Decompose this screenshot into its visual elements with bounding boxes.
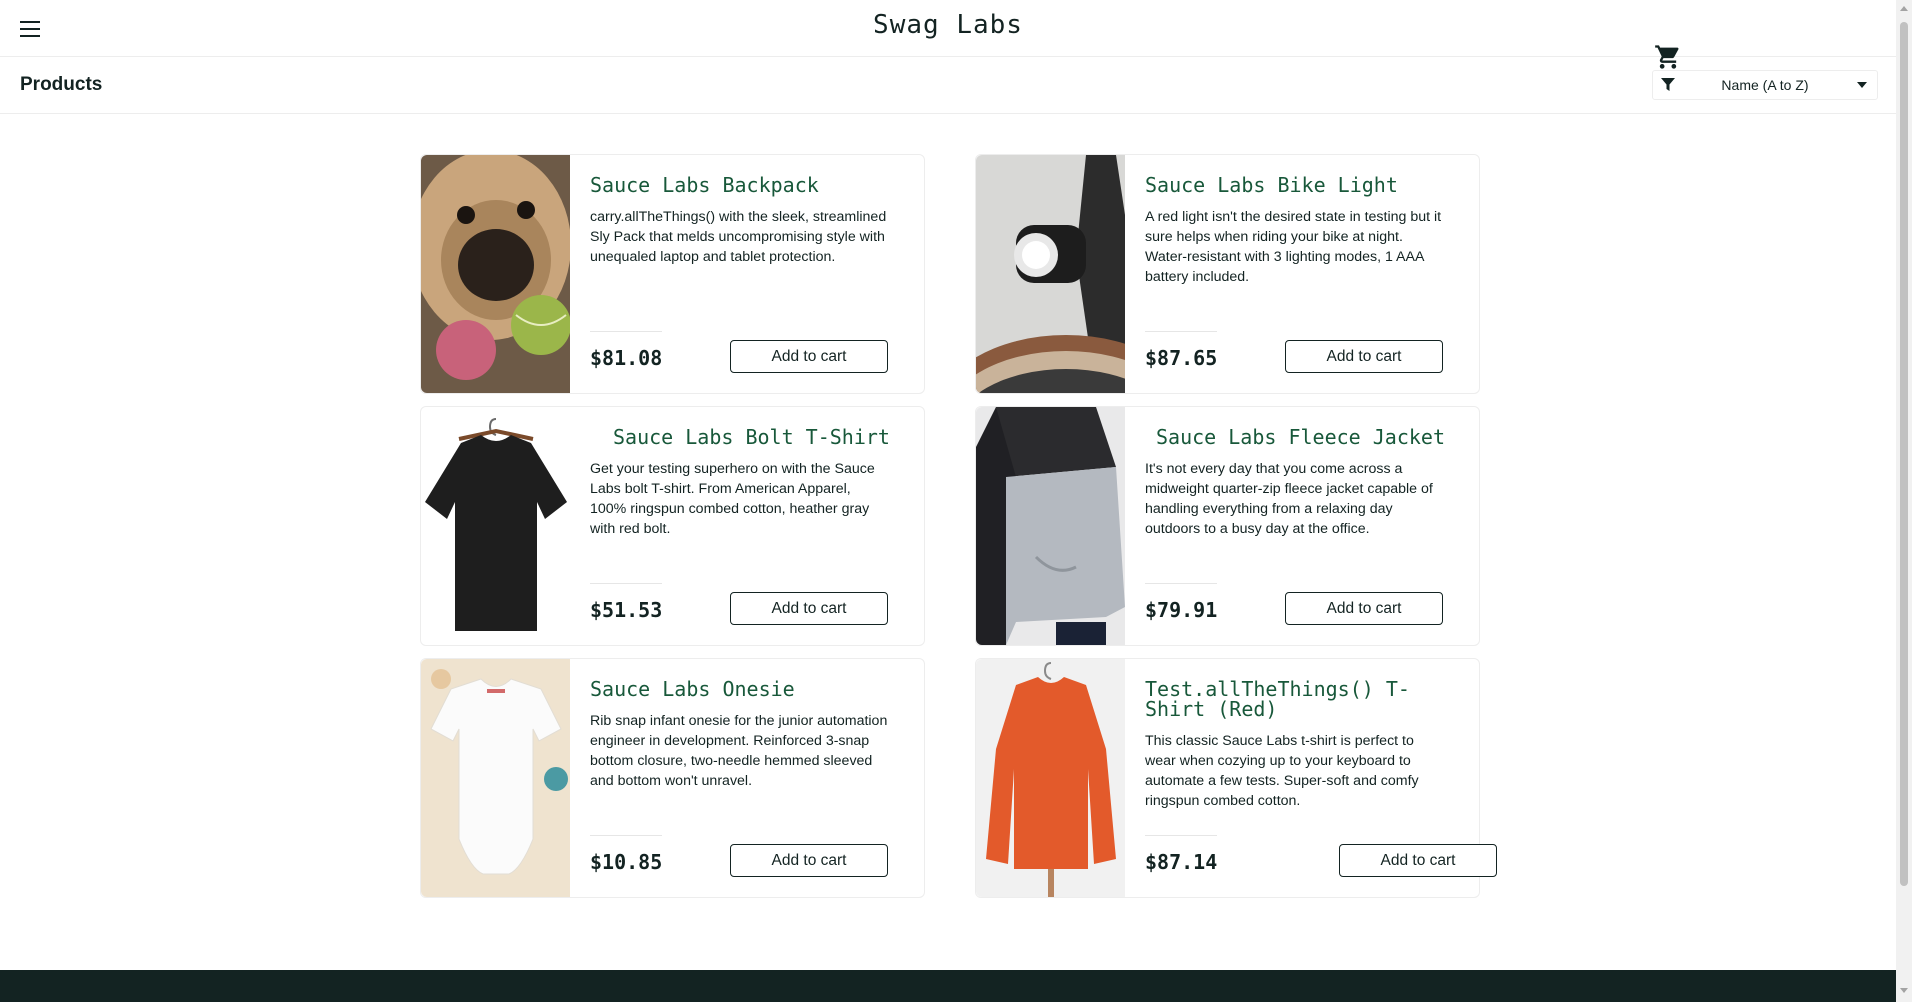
divider bbox=[1145, 583, 1217, 584]
inventory-item: Sauce Labs Onesie Rib snap infant onesie… bbox=[420, 658, 925, 898]
add-to-cart-button[interactable]: Add to cart bbox=[730, 592, 888, 625]
product-name[interactable]: Test.allTheThings() T-Shirt (Red) bbox=[1145, 679, 1435, 719]
divider bbox=[1145, 331, 1217, 332]
product-image-fleece-jacket[interactable] bbox=[976, 407, 1125, 645]
page-title: Products bbox=[20, 74, 103, 95]
product-image-red-tshirt[interactable] bbox=[976, 659, 1125, 897]
add-to-cart-button[interactable]: Add to cart bbox=[1285, 340, 1443, 373]
product-description: A red light isn't the desired state in t… bbox=[1145, 209, 1442, 285]
product-description: It's not every day that you come across … bbox=[1145, 461, 1433, 537]
product-name[interactable]: Sauce Labs Bike Light bbox=[1145, 175, 1465, 195]
inventory-item: Sauce Labs Bike Light A red light isn't … bbox=[975, 154, 1480, 394]
sort-select[interactable]: Name (A to Z) bbox=[1652, 70, 1878, 100]
inventory-item: Sauce Labs Bolt T-Shirt Get your testing… bbox=[420, 406, 925, 646]
product-price: $87.65 bbox=[1145, 346, 1218, 370]
scroll-up-arrow-icon[interactable] bbox=[1900, 6, 1908, 11]
scroll-down-arrow-icon[interactable] bbox=[1900, 988, 1908, 993]
product-image-backpack[interactable] bbox=[421, 155, 570, 393]
product-price: $51.53 bbox=[590, 598, 663, 622]
inventory-item: Sauce Labs Backpack carry.allTheThings()… bbox=[420, 154, 925, 394]
product-name[interactable]: Sauce Labs Onesie bbox=[590, 679, 910, 699]
inventory-item: Test.allTheThings() T-Shirt (Red) This c… bbox=[975, 658, 1497, 898]
product-name[interactable]: Sauce Labs Bolt T-Shirt bbox=[613, 427, 933, 447]
product-description: This classic Sauce Labs t-shirt is perfe… bbox=[1145, 733, 1419, 809]
chevron-down-icon bbox=[1857, 82, 1867, 88]
secondary-header: Products Name (A to Z) bbox=[0, 57, 1896, 114]
sort-selected-value: Name (A to Z) bbox=[1721, 77, 1809, 93]
inventory-item: Sauce Labs Fleece Jacket It's not every … bbox=[975, 406, 1480, 646]
divider bbox=[1145, 835, 1217, 836]
product-price: $81.08 bbox=[590, 346, 663, 370]
product-description: Get your testing superhero on with the S… bbox=[590, 461, 875, 537]
product-price: $79.91 bbox=[1145, 598, 1218, 622]
product-image-bolt-tshirt[interactable] bbox=[421, 407, 570, 645]
divider bbox=[590, 583, 662, 584]
product-name[interactable]: Sauce Labs Backpack bbox=[590, 175, 910, 195]
divider bbox=[590, 835, 662, 836]
product-name[interactable]: Sauce Labs Fleece Jacket bbox=[1156, 427, 1476, 447]
scrollbar-thumb[interactable] bbox=[1900, 22, 1908, 886]
divider bbox=[590, 331, 662, 332]
add-to-cart-button[interactable]: Add to cart bbox=[730, 844, 888, 877]
product-description: carry.allTheThings() with the sleek, str… bbox=[590, 209, 887, 265]
add-to-cart-button[interactable]: Add to cart bbox=[1285, 592, 1443, 625]
product-description: Rib snap infant onesie for the junior au… bbox=[590, 713, 888, 789]
product-price: $10.85 bbox=[590, 850, 663, 874]
add-to-cart-button[interactable]: Add to cart bbox=[1339, 844, 1497, 877]
vertical-scrollbar[interactable] bbox=[1896, 0, 1912, 1002]
product-image-bike-light[interactable] bbox=[976, 155, 1125, 393]
product-price: $87.14 bbox=[1145, 850, 1218, 874]
add-to-cart-button[interactable]: Add to cart bbox=[730, 340, 888, 373]
primary-header: Swag Labs bbox=[0, 0, 1896, 69]
footer bbox=[0, 970, 1896, 1002]
app-logo: Swag Labs bbox=[873, 10, 1023, 40]
product-image-onesie[interactable] bbox=[421, 659, 570, 897]
